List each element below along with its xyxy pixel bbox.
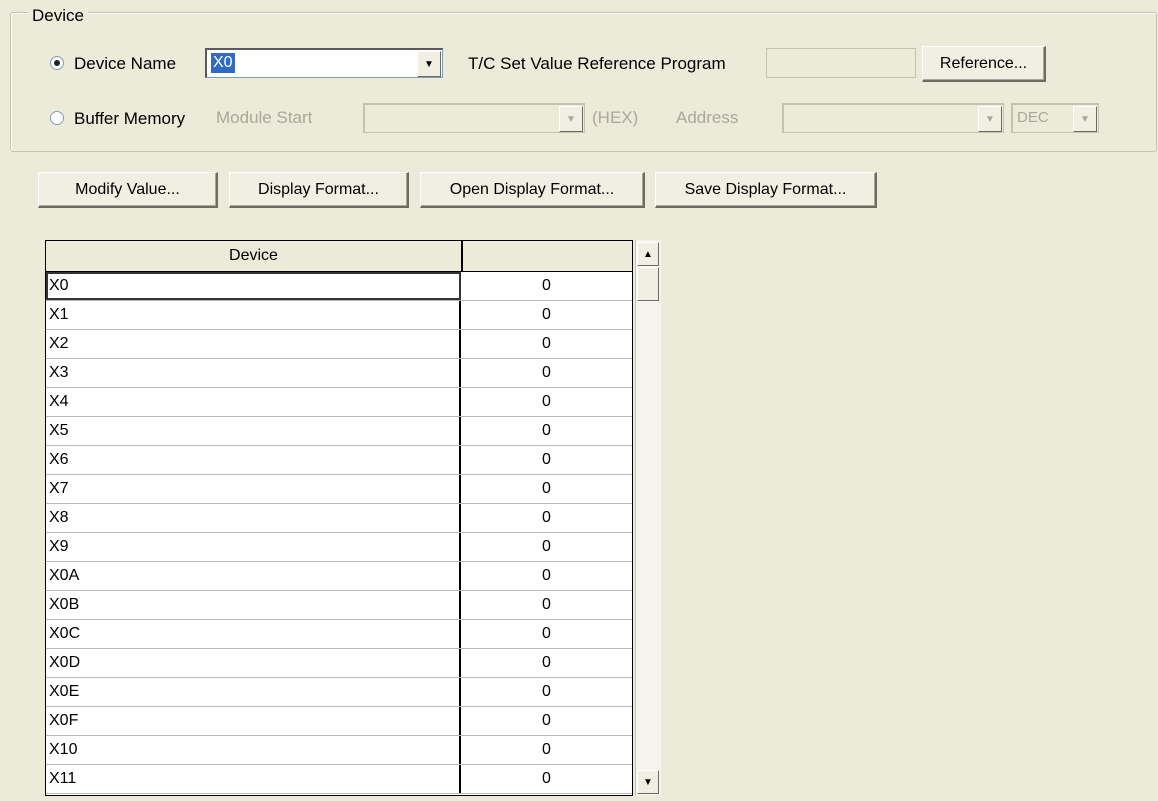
module-start-combo[interactable]: ▼ <box>363 103 585 133</box>
device-cell[interactable]: X11 <box>46 765 461 793</box>
table-row[interactable]: X4 0 <box>46 388 632 417</box>
device-cell[interactable]: X0D <box>46 649 461 677</box>
device-cell[interactable]: X10 <box>46 736 461 764</box>
table-row[interactable]: X0C 0 <box>46 620 632 649</box>
value-cell[interactable]: 0 <box>461 330 632 358</box>
table-row[interactable]: X2 0 <box>46 330 632 359</box>
table-row[interactable]: X11 0 <box>46 765 632 794</box>
value-cell[interactable]: 0 <box>461 649 632 677</box>
radix-combo[interactable]: DEC ▼ <box>1011 103 1099 133</box>
scroll-up-icon[interactable]: ▲ <box>637 242 659 266</box>
device-group-title: Device <box>28 6 88 26</box>
tc-set-value-label: T/C Set Value Reference Program <box>468 54 726 73</box>
table-row[interactable]: X6 0 <box>46 446 632 475</box>
value-cell[interactable]: 0 <box>461 359 632 387</box>
table-row[interactable]: X1 0 <box>46 301 632 330</box>
chevron-down-icon[interactable]: ▼ <box>417 51 441 77</box>
table-row[interactable]: X0E 0 <box>46 678 632 707</box>
address-label: Address <box>676 108 739 127</box>
value-cell[interactable]: 0 <box>461 591 632 619</box>
address-combo[interactable]: ▼ <box>782 103 1004 133</box>
hex-label: (HEX) <box>592 108 639 127</box>
device-cell[interactable]: X0A <box>46 562 461 590</box>
table-row[interactable]: X0 0 <box>46 272 632 301</box>
device-cell[interactable]: X0B <box>46 591 461 619</box>
value-cell[interactable]: 0 <box>461 765 632 793</box>
device-cell[interactable]: X7 <box>46 475 461 503</box>
table-row[interactable]: X9 0 <box>46 533 632 562</box>
column-header-device[interactable]: Device <box>46 241 463 271</box>
value-cell[interactable]: 0 <box>461 707 632 735</box>
table-row[interactable]: X3 0 <box>46 359 632 388</box>
device-cell[interactable]: X6 <box>46 446 461 474</box>
value-cell[interactable]: 0 <box>461 417 632 445</box>
device-cell[interactable]: X1 <box>46 301 461 329</box>
scroll-down-icon[interactable]: ▼ <box>637 770 659 794</box>
grid-header: Device <box>46 241 632 272</box>
table-row[interactable]: X0A 0 <box>46 562 632 591</box>
value-cell[interactable]: 0 <box>461 562 632 590</box>
device-cell[interactable]: X0F <box>46 707 461 735</box>
value-cell[interactable]: 0 <box>461 475 632 503</box>
buffer-memory-radio[interactable] <box>50 111 64 125</box>
value-cell[interactable]: 0 <box>461 301 632 329</box>
reference-button[interactable]: Reference... <box>922 46 1046 82</box>
value-cell[interactable]: 0 <box>461 620 632 648</box>
device-cell[interactable]: X9 <box>46 533 461 561</box>
column-header-value[interactable] <box>463 241 632 271</box>
device-name-value: X0 <box>211 53 235 73</box>
module-start-label: Module Start <box>216 108 313 127</box>
modify-value-button[interactable]: Modify Value... <box>38 172 218 208</box>
device-cell[interactable]: X2 <box>46 330 461 358</box>
chevron-down-icon[interactable]: ▼ <box>1073 106 1097 132</box>
device-cell[interactable]: X8 <box>46 504 461 532</box>
table-row[interactable]: X0D 0 <box>46 649 632 678</box>
device-cell[interactable]: X4 <box>46 388 461 416</box>
device-name-combo[interactable]: X0 ▼ <box>205 48 443 78</box>
device-name-label: Device Name <box>74 54 177 73</box>
device-cell[interactable]: X0C <box>46 620 461 648</box>
open-display-format-button[interactable]: Open Display Format... <box>420 172 645 208</box>
chevron-down-icon[interactable]: ▼ <box>978 106 1002 132</box>
table-row[interactable]: X0B 0 <box>46 591 632 620</box>
value-cell[interactable]: 0 <box>461 504 632 532</box>
buffer-memory-label: Buffer Memory <box>74 109 186 128</box>
value-cell[interactable]: 0 <box>461 388 632 416</box>
value-cell[interactable]: 0 <box>461 736 632 764</box>
device-name-radio[interactable] <box>50 56 64 70</box>
value-cell[interactable]: 0 <box>461 272 632 300</box>
table-row[interactable]: X0F 0 <box>46 707 632 736</box>
table-row[interactable]: X10 0 <box>46 736 632 765</box>
display-format-button[interactable]: Display Format... <box>229 172 409 208</box>
table-row[interactable]: X7 0 <box>46 475 632 504</box>
table-row[interactable]: X8 0 <box>46 504 632 533</box>
value-cell[interactable]: 0 <box>461 678 632 706</box>
save-display-format-button[interactable]: Save Display Format... <box>655 172 877 208</box>
value-cell[interactable]: 0 <box>461 533 632 561</box>
device-grid[interactable]: Device X0 0 X1 0 X2 0 X3 0 X4 0 X5 0 X6 0 X7 0 X8 0 X9 0 X0A… <box>45 240 633 796</box>
radix-value: DEC <box>1017 109 1049 126</box>
device-cell[interactable]: X5 <box>46 417 461 445</box>
tc-set-value-input[interactable] <box>766 48 916 78</box>
device-cell[interactable]: X3 <box>46 359 461 387</box>
table-row[interactable]: X5 0 <box>46 417 632 446</box>
chevron-down-icon[interactable]: ▼ <box>559 106 583 132</box>
grid-body: X0 0 X1 0 X2 0 X3 0 X4 0 X5 0 X6 0 X7 0 X8 0 X9 0 X0A 0 X0B 0 X0… <box>46 272 632 794</box>
device-cell[interactable]: X0E <box>46 678 461 706</box>
value-cell[interactable]: 0 <box>461 446 632 474</box>
grid-scrollbar[interactable]: ▲ ▼ <box>635 240 661 796</box>
device-cell[interactable]: X0 <box>46 272 461 300</box>
scroll-thumb[interactable] <box>637 267 659 301</box>
